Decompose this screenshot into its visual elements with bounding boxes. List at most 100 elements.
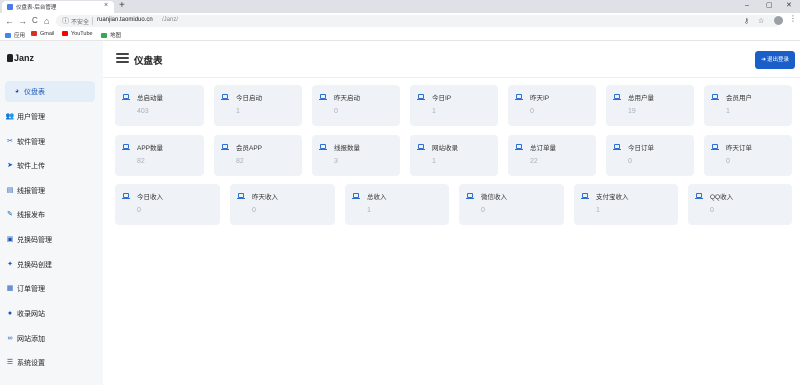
laptop-icon [695, 193, 703, 199]
close-window-icon[interactable]: ✕ [786, 1, 792, 11]
bookmark-maps[interactable]: 地图 [101, 31, 121, 39]
sidebar-item-news-publish[interactable]: ✎ 线报发布 [5, 204, 95, 225]
sidebar-item-users[interactable]: 👥 用户管理 [5, 106, 95, 127]
reload-icon[interactable]: C [32, 15, 38, 27]
stat-card: APP数量 82 [115, 135, 204, 176]
stat-card: QQ收入 0 [688, 184, 792, 225]
stat-label: 网站收录 [432, 145, 458, 152]
stat-card: 今日收入 0 [115, 184, 220, 225]
hamburger-menu-icon[interactable] [116, 53, 129, 63]
laptop-icon [122, 193, 130, 199]
laptop-icon [711, 94, 719, 100]
stat-card: 线报数量 3 [312, 135, 400, 176]
sidebar: Janz ◕ 仪盘表 👥 用户管理 ✂ 软件管理 ➤ 软件上传 ▤ 线报管理 ✎… [0, 41, 103, 385]
stat-label: 今日IP [432, 95, 452, 102]
sidebar-item-label: 订单管理 [17, 286, 45, 293]
stat-value: 0 [137, 207, 141, 214]
laptop-icon [515, 144, 523, 150]
home-icon[interactable]: ⌂ [44, 15, 49, 27]
send-icon: ➤ [7, 162, 13, 169]
stat-value: 0 [530, 108, 534, 115]
stat-label: 总启动量 [137, 95, 163, 102]
minimize-icon[interactable]: – [745, 1, 749, 11]
dashboard-main: 总启动量 403 今日启动 1 昨天启动 0 今日IP 1 昨天IP 0 总用户… [103, 78, 800, 385]
sidebar-item-software[interactable]: ✂ 软件管理 [5, 131, 95, 152]
apps-icon [5, 33, 11, 38]
laptop-icon [417, 94, 425, 100]
sidebar-item-news-manage[interactable]: ▤ 线报管理 [5, 180, 95, 201]
news-icon: ▤ [6, 187, 14, 194]
stat-card: 总订单量 22 [508, 135, 596, 176]
laptop-icon [581, 193, 589, 199]
bookmark-youtube[interactable]: YouTube [62, 31, 93, 37]
forward-icon[interactable]: → [18, 15, 27, 27]
stat-card: 会员用户 1 [704, 85, 792, 126]
sidebar-item-label: 线报管理 [17, 188, 45, 195]
stat-value: 403 [137, 108, 149, 115]
stat-label: 总收入 [367, 194, 387, 201]
wand-icon: ✦ [7, 261, 13, 268]
bookmark-apps[interactable]: 应用 [5, 31, 25, 39]
address-bar[interactable]: ⓘ 不安全 ruanjian.taomiduo.cn /Janz/ ⚷ ☆ [56, 15, 780, 27]
laptop-icon [237, 193, 245, 199]
stat-label: 昨天IP [530, 95, 550, 102]
tools-icon: ✂ [7, 138, 13, 145]
stat-label: 昨天收入 [252, 194, 278, 201]
logout-button[interactable]: ➜退出登录 [755, 51, 795, 69]
laptop-icon [613, 144, 621, 150]
stat-card: 昨天IP 0 [508, 85, 596, 126]
stat-card: 总启动量 403 [115, 85, 204, 126]
youtube-icon [62, 31, 68, 36]
globe-icon: ● [7, 310, 13, 317]
stat-card: 昨天收入 0 [230, 184, 335, 225]
stat-value: 82 [137, 158, 145, 165]
stat-label: 昨天订单 [726, 145, 752, 152]
bookmark-gmail[interactable]: Gmail [31, 31, 54, 37]
sidebar-item-label: 兑换码管理 [17, 237, 52, 244]
dashboard-icon: ◕ [14, 88, 20, 95]
browser-menu-icon[interactable]: ⋮ [789, 14, 797, 23]
sidebar-item-code-manage[interactable]: ▣ 兑换码管理 [5, 229, 95, 250]
stat-label: 今日收入 [137, 194, 163, 201]
star-icon[interactable]: ☆ [758, 17, 764, 25]
edit-icon: ✎ [7, 211, 13, 218]
tab-close-icon[interactable]: × [104, 2, 108, 9]
sidebar-item-site-add[interactable]: ∞ 网站添加 [5, 328, 95, 349]
back-icon[interactable]: ← [5, 15, 14, 27]
profile-avatar-icon[interactable] [774, 16, 783, 25]
sidebar-item-dashboard[interactable]: ◕ 仪盘表 [5, 81, 95, 102]
stat-value: 1 [596, 207, 600, 214]
gift-icon: ▣ [6, 236, 14, 243]
browser-tabstrip: 仪盘表-后台管理 × + – ▢ ✕ [0, 0, 800, 13]
sidebar-item-label: 仪盘表 [24, 89, 45, 96]
link-icon: ∞ [7, 335, 13, 342]
stat-label: 线报数量 [334, 145, 360, 152]
stat-card: 昨天订单 0 [704, 135, 792, 176]
receipt-icon: ▦ [6, 285, 14, 292]
laptop-icon [221, 94, 229, 100]
tab-title: 仪盘表-后台管理 [16, 5, 57, 11]
sidebar-item-code-create[interactable]: ✦ 兑换码创建 [5, 254, 95, 275]
browser-tab[interactable]: 仪盘表-后台管理 × [2, 1, 114, 13]
stat-value: 22 [530, 158, 538, 165]
sidebar-item-settings[interactable]: ☰ 系统设置 [5, 352, 95, 373]
stat-value: 1 [236, 108, 240, 115]
sidebar-item-orders[interactable]: ▦ 订单管理 [5, 278, 95, 299]
new-tab-button[interactable]: + [119, 0, 125, 12]
app-logo[interactable]: Janz [7, 53, 34, 63]
laptop-icon [515, 94, 523, 100]
omnibox-divider [92, 17, 93, 25]
laptop-icon [319, 144, 327, 150]
stat-card: 今日订单 0 [606, 135, 694, 176]
key-icon[interactable]: ⚷ [744, 17, 749, 25]
url-host: ruanjian.taomiduo.cn [97, 17, 153, 23]
sidebar-item-software-upload[interactable]: ➤ 软件上传 [5, 155, 95, 176]
sidebar-item-label: 软件管理 [17, 139, 45, 146]
insecure-label: 不安全 [71, 20, 90, 26]
maximize-icon[interactable]: ▢ [766, 1, 773, 11]
sidebar-item-label: 软件上传 [17, 163, 45, 170]
stat-label: 会员APP [236, 145, 263, 152]
sidebar-item-sites[interactable]: ● 收录网站 [5, 303, 95, 324]
url-path: /Janz/ [162, 17, 179, 23]
info-icon[interactable]: ⓘ [62, 16, 69, 26]
